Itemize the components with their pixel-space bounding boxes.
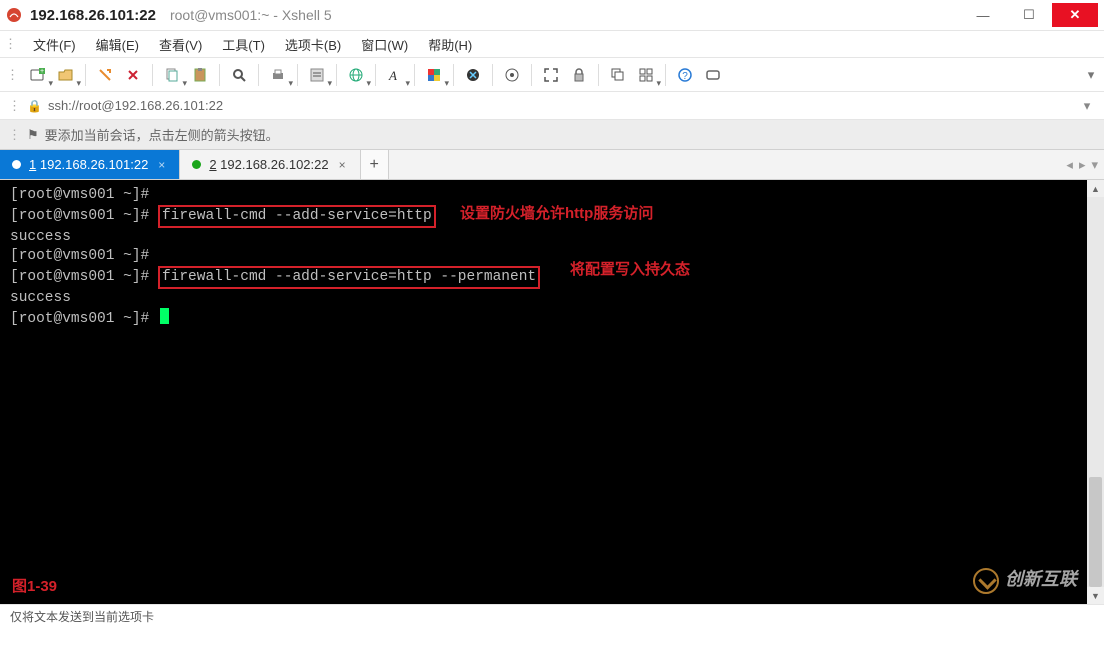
paste-button[interactable] — [187, 62, 213, 88]
scroll-thumb[interactable] — [1089, 477, 1102, 587]
session-tab-2[interactable]: 2 192.168.26.102:22 × — [180, 150, 360, 179]
globe-button[interactable] — [343, 62, 369, 88]
menu-tools[interactable]: 工具(T) — [212, 33, 275, 56]
menu-view[interactable]: 查看(V) — [149, 33, 212, 56]
svg-text:?: ? — [682, 71, 688, 82]
add-tab-button[interactable]: + — [361, 150, 389, 179]
session-tab-label: 1 192.168.26.101:22 — [29, 157, 148, 172]
tab-next-button[interactable]: ▸ — [1079, 157, 1086, 173]
menu-help[interactable]: 帮助(H) — [418, 33, 482, 56]
svg-text:A: A — [388, 68, 397, 83]
reconnect-button[interactable] — [92, 62, 118, 88]
scroll-up-button[interactable]: ▲ — [1087, 180, 1104, 197]
scroll-down-button[interactable]: ▼ — [1087, 587, 1104, 604]
menu-bar: ⋮ 文件(F) 编辑(E) 查看(V) 工具(T) 选项卡(B) 窗口(W) 帮… — [0, 30, 1104, 58]
status-dot-icon — [12, 160, 21, 169]
gripper-icon: ⋮ — [8, 98, 21, 114]
find-button[interactable] — [226, 62, 252, 88]
gripper-icon: ⋮ — [6, 67, 19, 83]
color-scheme-button[interactable] — [421, 62, 447, 88]
menu-tabs[interactable]: 选项卡(B) — [275, 33, 351, 56]
watermark: 创新互联 — [973, 568, 1077, 594]
scroll-track[interactable] — [1087, 197, 1104, 587]
annotation-2: 将配置写入持久态 — [570, 260, 690, 279]
menu-edit[interactable]: 编辑(E) — [86, 33, 149, 56]
window-title-main: 192.168.26.101:22 — [30, 7, 156, 24]
cursor-icon — [160, 308, 169, 324]
properties-button[interactable] — [304, 62, 330, 88]
fullscreen-button[interactable] — [538, 62, 564, 88]
tab-prev-button[interactable]: ◂ — [1066, 157, 1073, 173]
watermark-icon — [973, 568, 999, 594]
tab-menu-button[interactable]: ▾ — [1091, 157, 1098, 173]
window-title-sub: root@vms001:~ - Xshell 5 — [170, 7, 332, 23]
session-tab-1[interactable]: 1 192.168.26.101:22 × — [0, 150, 180, 179]
status-dot-icon — [192, 160, 201, 169]
toolbar: ⋮ + A ? ▾ — [0, 58, 1104, 92]
lock-icon: 🔒 — [27, 99, 42, 113]
annotation-1: 设置防火墙允许http服务访问 — [460, 204, 653, 223]
lock-button[interactable] — [566, 62, 592, 88]
highlighted-command-2: firewall-cmd --add-service=http --perman… — [158, 266, 540, 289]
status-text: 仅将文本发送到当前选项卡 — [10, 608, 154, 625]
hint-bar: ⋮ ⚑ 要添加当前会话，点击左侧的箭头按钮。 — [0, 120, 1104, 150]
menu-file[interactable]: 文件(F) — [23, 33, 86, 56]
address-bar: ⋮ 🔒 ▾ — [0, 92, 1104, 120]
watermark-text: 创新互联 — [1005, 572, 1077, 591]
vertical-scrollbar[interactable]: ▲ ▼ — [1087, 180, 1104, 604]
minimize-button[interactable]: — — [960, 3, 1006, 27]
new-session-button[interactable]: + — [25, 62, 51, 88]
compose-bar-button[interactable] — [700, 62, 726, 88]
menu-window[interactable]: 窗口(W) — [351, 33, 418, 56]
gripper-icon: ⋮ — [4, 36, 17, 52]
toolbar-overflow-button[interactable]: ▾ — [1084, 62, 1098, 88]
tile-button[interactable] — [633, 62, 659, 88]
font-button[interactable]: A — [382, 62, 408, 88]
address-dropdown-button[interactable]: ▾ — [1078, 98, 1096, 114]
svg-text:+: + — [40, 68, 44, 75]
open-button[interactable] — [53, 62, 79, 88]
hint-text: 要添加当前会话，点击左侧的箭头按钮。 — [45, 125, 279, 144]
disconnect-button[interactable] — [120, 62, 146, 88]
flag-icon[interactable]: ⚑ — [27, 127, 39, 143]
title-bar: 192.168.26.101:22 root@vms001:~ - Xshell… — [0, 0, 1104, 30]
tab-close-button[interactable]: × — [156, 158, 167, 172]
session-tab-label: 2 192.168.26.102:22 — [209, 157, 328, 172]
close-button[interactable]: ✕ — [1052, 3, 1098, 27]
terminal[interactable]: [root@vms001 ~]# [root@vms001 ~]# firewa… — [0, 180, 1087, 604]
maximize-button[interactable]: ☐ — [1006, 3, 1052, 27]
app-logo-icon — [6, 7, 22, 23]
tab-strip: 1 192.168.26.101:22 × 2 192.168.26.102:2… — [0, 150, 1104, 180]
print-button[interactable] — [265, 62, 291, 88]
copy-button[interactable] — [159, 62, 185, 88]
cascade-button[interactable] — [605, 62, 631, 88]
status-bar: 仅将文本发送到当前选项卡 — [0, 604, 1104, 628]
xagent-button[interactable] — [460, 62, 486, 88]
terminal-area: [root@vms001 ~]# [root@vms001 ~]# firewa… — [0, 180, 1104, 604]
figure-label: 图1-39 — [12, 577, 57, 596]
xstart-button[interactable] — [499, 62, 525, 88]
tab-close-button[interactable]: × — [337, 158, 348, 172]
address-input[interactable] — [48, 98, 1072, 113]
help-button[interactable]: ? — [672, 62, 698, 88]
highlighted-command-1: firewall-cmd --add-service=http — [158, 205, 436, 228]
gripper-icon: ⋮ — [8, 127, 21, 143]
